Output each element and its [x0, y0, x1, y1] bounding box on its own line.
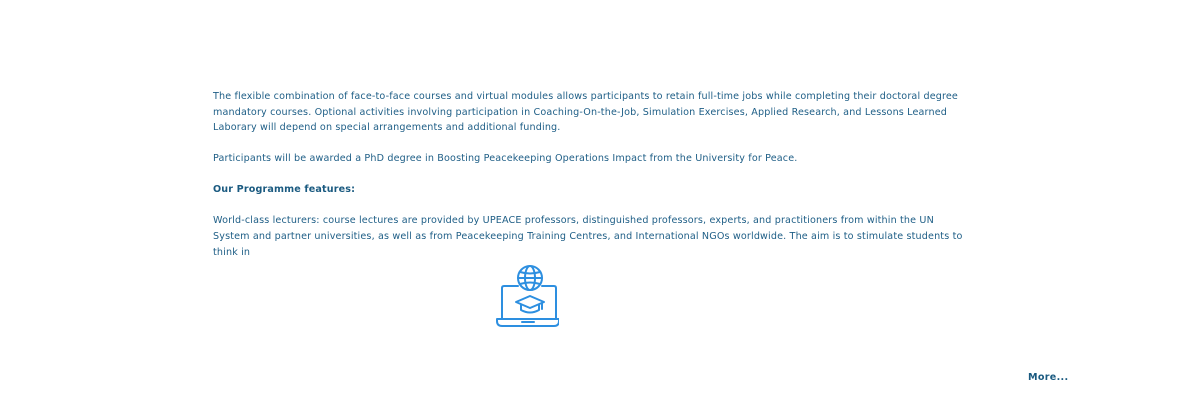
online-education-laptop-icon: [495, 263, 560, 329]
paragraph-world-class-lecturers: World-class lecturers: course lectures a…: [213, 215, 963, 258]
paragraph-flexible-combination: The flexible combination of face-to-face…: [213, 91, 958, 134]
article-body: The flexible combination of face-to-face…: [213, 89, 973, 260]
programme-features-heading: Our Programme features:: [213, 184, 356, 196]
more-link[interactable]: More...: [1028, 372, 1068, 383]
paragraph-phd-award: Participants will be awarded a PhD degre…: [213, 153, 798, 165]
